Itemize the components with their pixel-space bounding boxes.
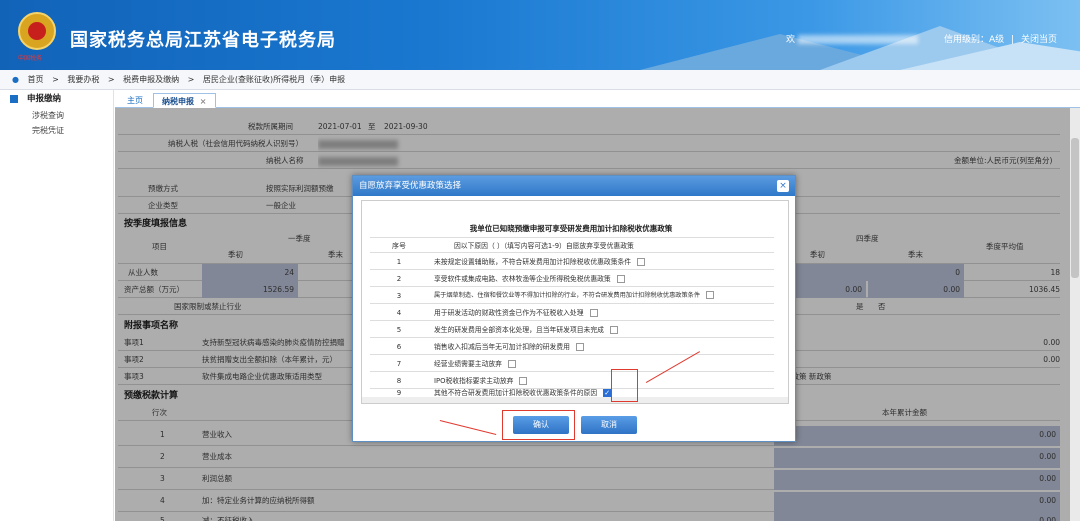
credit-level: 信用级别：A级 — [944, 35, 1005, 45]
sidebar-item-receipt[interactable]: 完税凭证 — [0, 123, 113, 138]
mountain-decoration — [900, 42, 1080, 70]
list-item: 6 销售收入扣减后当年无可加计扣除的研发费用 — [370, 339, 774, 355]
close-page-link[interactable]: 关闭当页 — [1021, 35, 1057, 45]
breadcrumb-item[interactable]: 我要办税 — [67, 75, 99, 84]
annotation-highlight — [611, 369, 638, 402]
breadcrumb-item[interactable]: 居民企业(查账征收)所得税月（季）申报 — [203, 75, 345, 84]
reason-checkbox-checked[interactable]: ✓ — [603, 389, 612, 397]
list-item: 1 未按规定设置辅助账，不符合研发费用加计扣除税收优惠政策条件 — [370, 254, 774, 270]
list-item: 5 发生的研发费用全部资本化处理，且当年研发项目未完成 — [370, 322, 774, 338]
reason-checkbox[interactable] — [609, 326, 618, 334]
site-title: 国家税务总局江苏省电子税务局 — [70, 30, 336, 51]
reason-checkbox[interactable] — [589, 309, 598, 317]
dialog-heading: 我单位已知晓预缴申报可享受研发费用加计扣除税收优惠政策 — [469, 224, 673, 233]
dialog-title: 自愿放弃享受优惠政策选择 — [353, 176, 795, 196]
dialog-body: 我单位已知晓预缴申报可享受研发费用加计扣除税收优惠政策 序号 因以下原因（ ）（… — [361, 200, 789, 404]
tab-home[interactable]: 主页 — [119, 93, 151, 108]
reason-checkbox[interactable] — [637, 258, 646, 266]
top-banner: 中国税务 国家税务总局江苏省电子税务局 欢 信用级别：A级 | 关闭当页 — [0, 0, 1080, 70]
reason-checkbox[interactable] — [616, 275, 625, 283]
sidebar-item-query[interactable]: 涉税查询 — [0, 108, 113, 123]
page-scrollbar[interactable] — [1070, 108, 1080, 521]
sidebar-title[interactable]: 申报缴纳 — [0, 90, 113, 108]
list-item: 2 享受软件或集成电路、农林牧渔等企业所得税免税优惠政策 — [370, 271, 774, 287]
breadcrumb-item[interactable]: 税费申报及缴纳 — [123, 75, 179, 84]
location-icon: ● — [12, 75, 19, 84]
reason-checkbox[interactable] — [507, 360, 516, 368]
redacted-username — [797, 35, 918, 44]
reason-checkbox[interactable] — [575, 343, 584, 351]
reason-checkbox[interactable] — [706, 291, 715, 299]
list-item: 4 用于研发活动的财政性资金已作为不征税收入处理 — [370, 305, 774, 321]
cancel-button[interactable]: 取消 — [581, 416, 637, 434]
annotation-highlight — [502, 410, 575, 440]
reason-checkbox[interactable] — [519, 377, 528, 385]
tab-bar: 主页 纳税申报 × — [115, 90, 1080, 108]
breadcrumb: ● 首页 > 我要办税 > 税费申报及缴纳 > 居民企业(查账征收)所得税月（季… — [0, 70, 1080, 90]
close-icon[interactable]: × — [777, 180, 789, 192]
tab-tax-declaration[interactable]: 纳税申报 × — [153, 93, 216, 108]
waive-preference-dialog: 自愿放弃享受优惠政策选择 × 我单位已知晓预缴申报可享受研发费用加计扣除税收优惠… — [352, 175, 796, 442]
dialog-horizontal-scrollbar[interactable] — [362, 397, 788, 403]
logo-subtitle: 中国税务 — [18, 55, 43, 62]
welcome-text: 欢 — [786, 32, 918, 45]
menu-icon — [10, 94, 18, 103]
list-item: 3 属于烟草制造、住宿和餐饮业等不得加计扣除的行业，不符合研发费用加计扣除税收优… — [370, 288, 774, 304]
list-item: 7 经营业绩需要主动放弃 — [370, 356, 774, 372]
tax-emblem-icon — [18, 12, 56, 50]
close-icon[interactable]: × — [200, 97, 207, 106]
breadcrumb-home[interactable]: 首页 — [28, 75, 44, 84]
header-links: 信用级别：A级 | 关闭当页 — [944, 35, 1057, 45]
dialog-vertical-scrollbar[interactable] — [788, 201, 789, 404]
sidebar: 申报缴纳 涉税查询 完税凭证 — [0, 90, 114, 521]
dialog-table-header: 序号 因以下原因（ ）（填写内容可选1-9）自愿放弃享受优惠政策 — [370, 237, 774, 253]
